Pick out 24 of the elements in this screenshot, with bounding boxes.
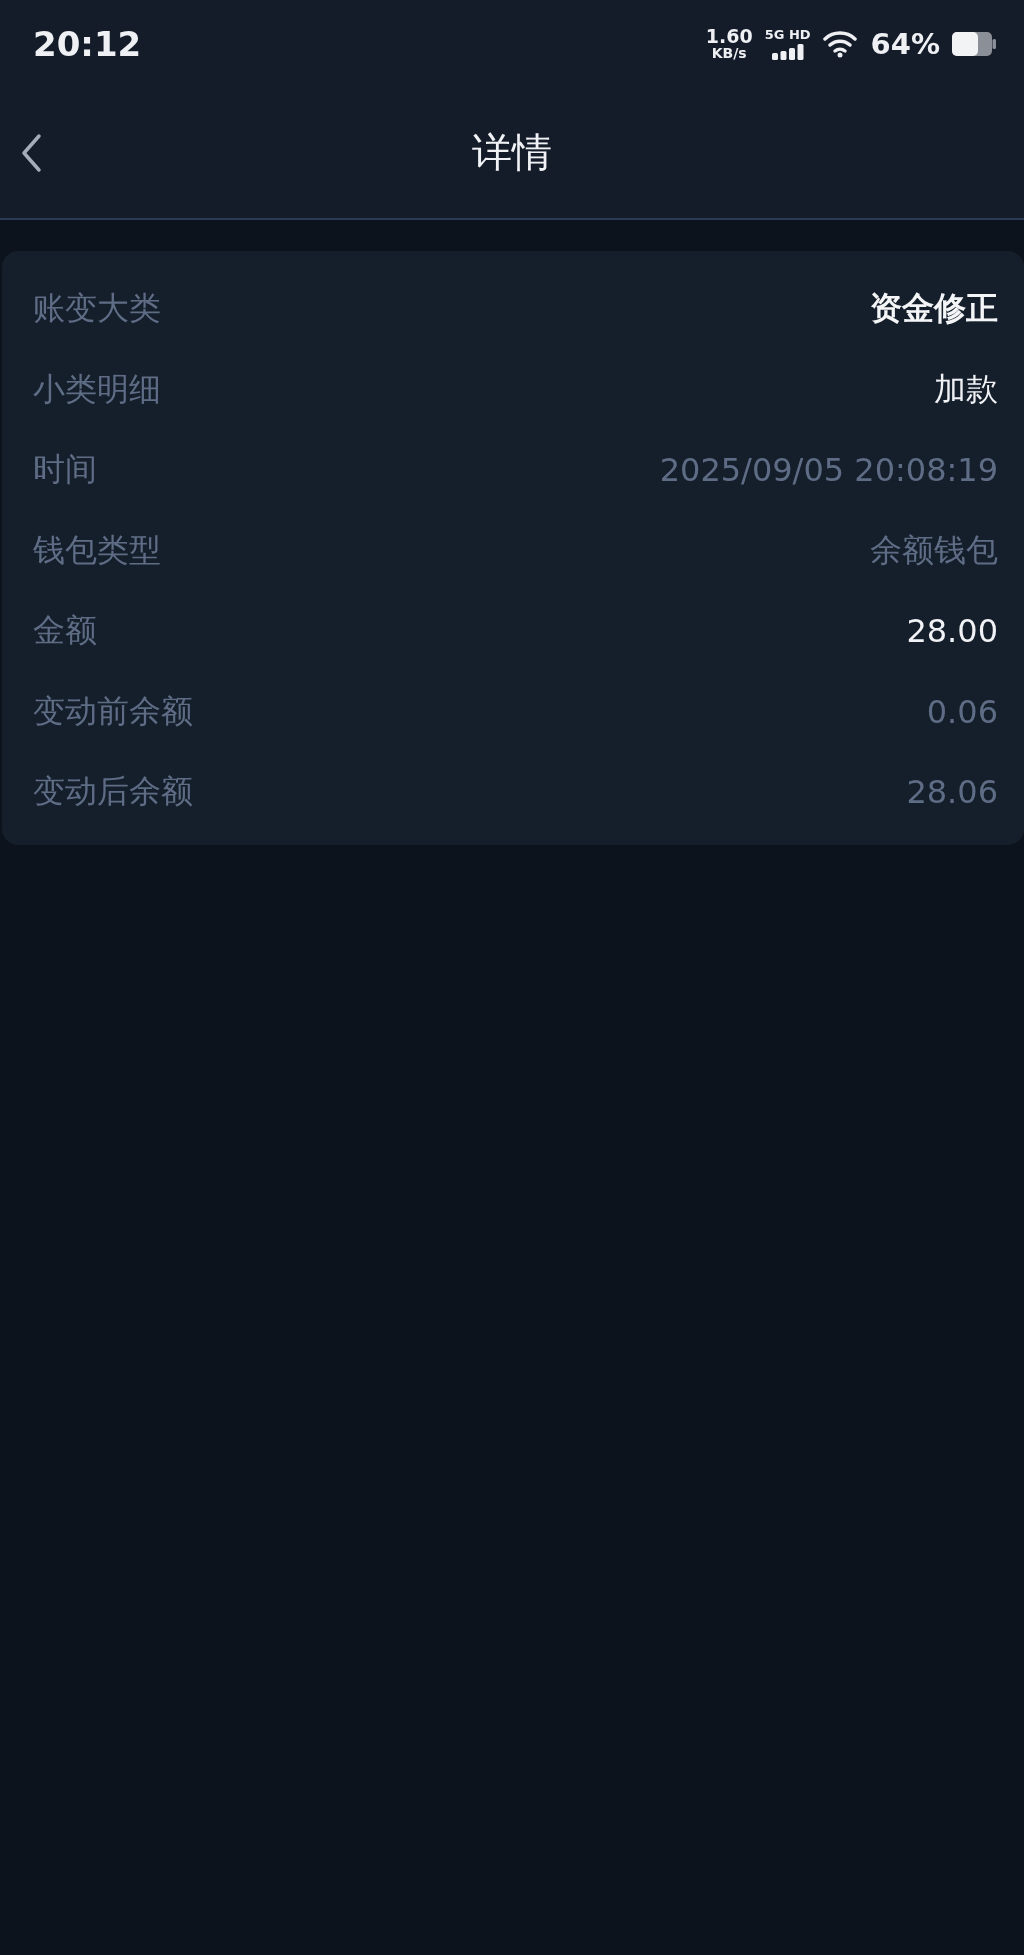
battery-icon xyxy=(952,31,996,56)
status-time: 20:12 xyxy=(33,23,143,64)
detail-value: 28.00 xyxy=(906,612,998,651)
detail-value: 余额钱包 xyxy=(870,529,998,571)
signal-icon xyxy=(771,43,804,60)
detail-value: 2025/09/05 20:08:19 xyxy=(659,451,998,490)
detail-label: 金额 xyxy=(33,610,97,652)
back-icon xyxy=(20,132,42,173)
detail-value: 资金修正 xyxy=(870,288,998,330)
detail-value: 28.06 xyxy=(906,773,998,812)
battery-percent: 64% xyxy=(870,26,940,61)
detail-label: 小类明细 xyxy=(33,368,161,410)
speed-unit: KB/s xyxy=(711,46,747,60)
wifi-icon xyxy=(822,29,859,58)
page-title: 详情 xyxy=(472,128,552,177)
network-type: 5G HD xyxy=(764,27,811,41)
detail-label: 钱包类型 xyxy=(33,529,161,571)
detail-value: 加款 xyxy=(934,368,998,410)
detail-label: 账变大类 xyxy=(33,288,161,330)
detail-label: 变动后余额 xyxy=(33,771,193,813)
detail-label: 变动前余额 xyxy=(33,690,193,732)
detail-value: 0.06 xyxy=(926,692,998,731)
network-speed: 1.60 xyxy=(705,27,753,46)
detail-label: 时间 xyxy=(33,449,97,491)
